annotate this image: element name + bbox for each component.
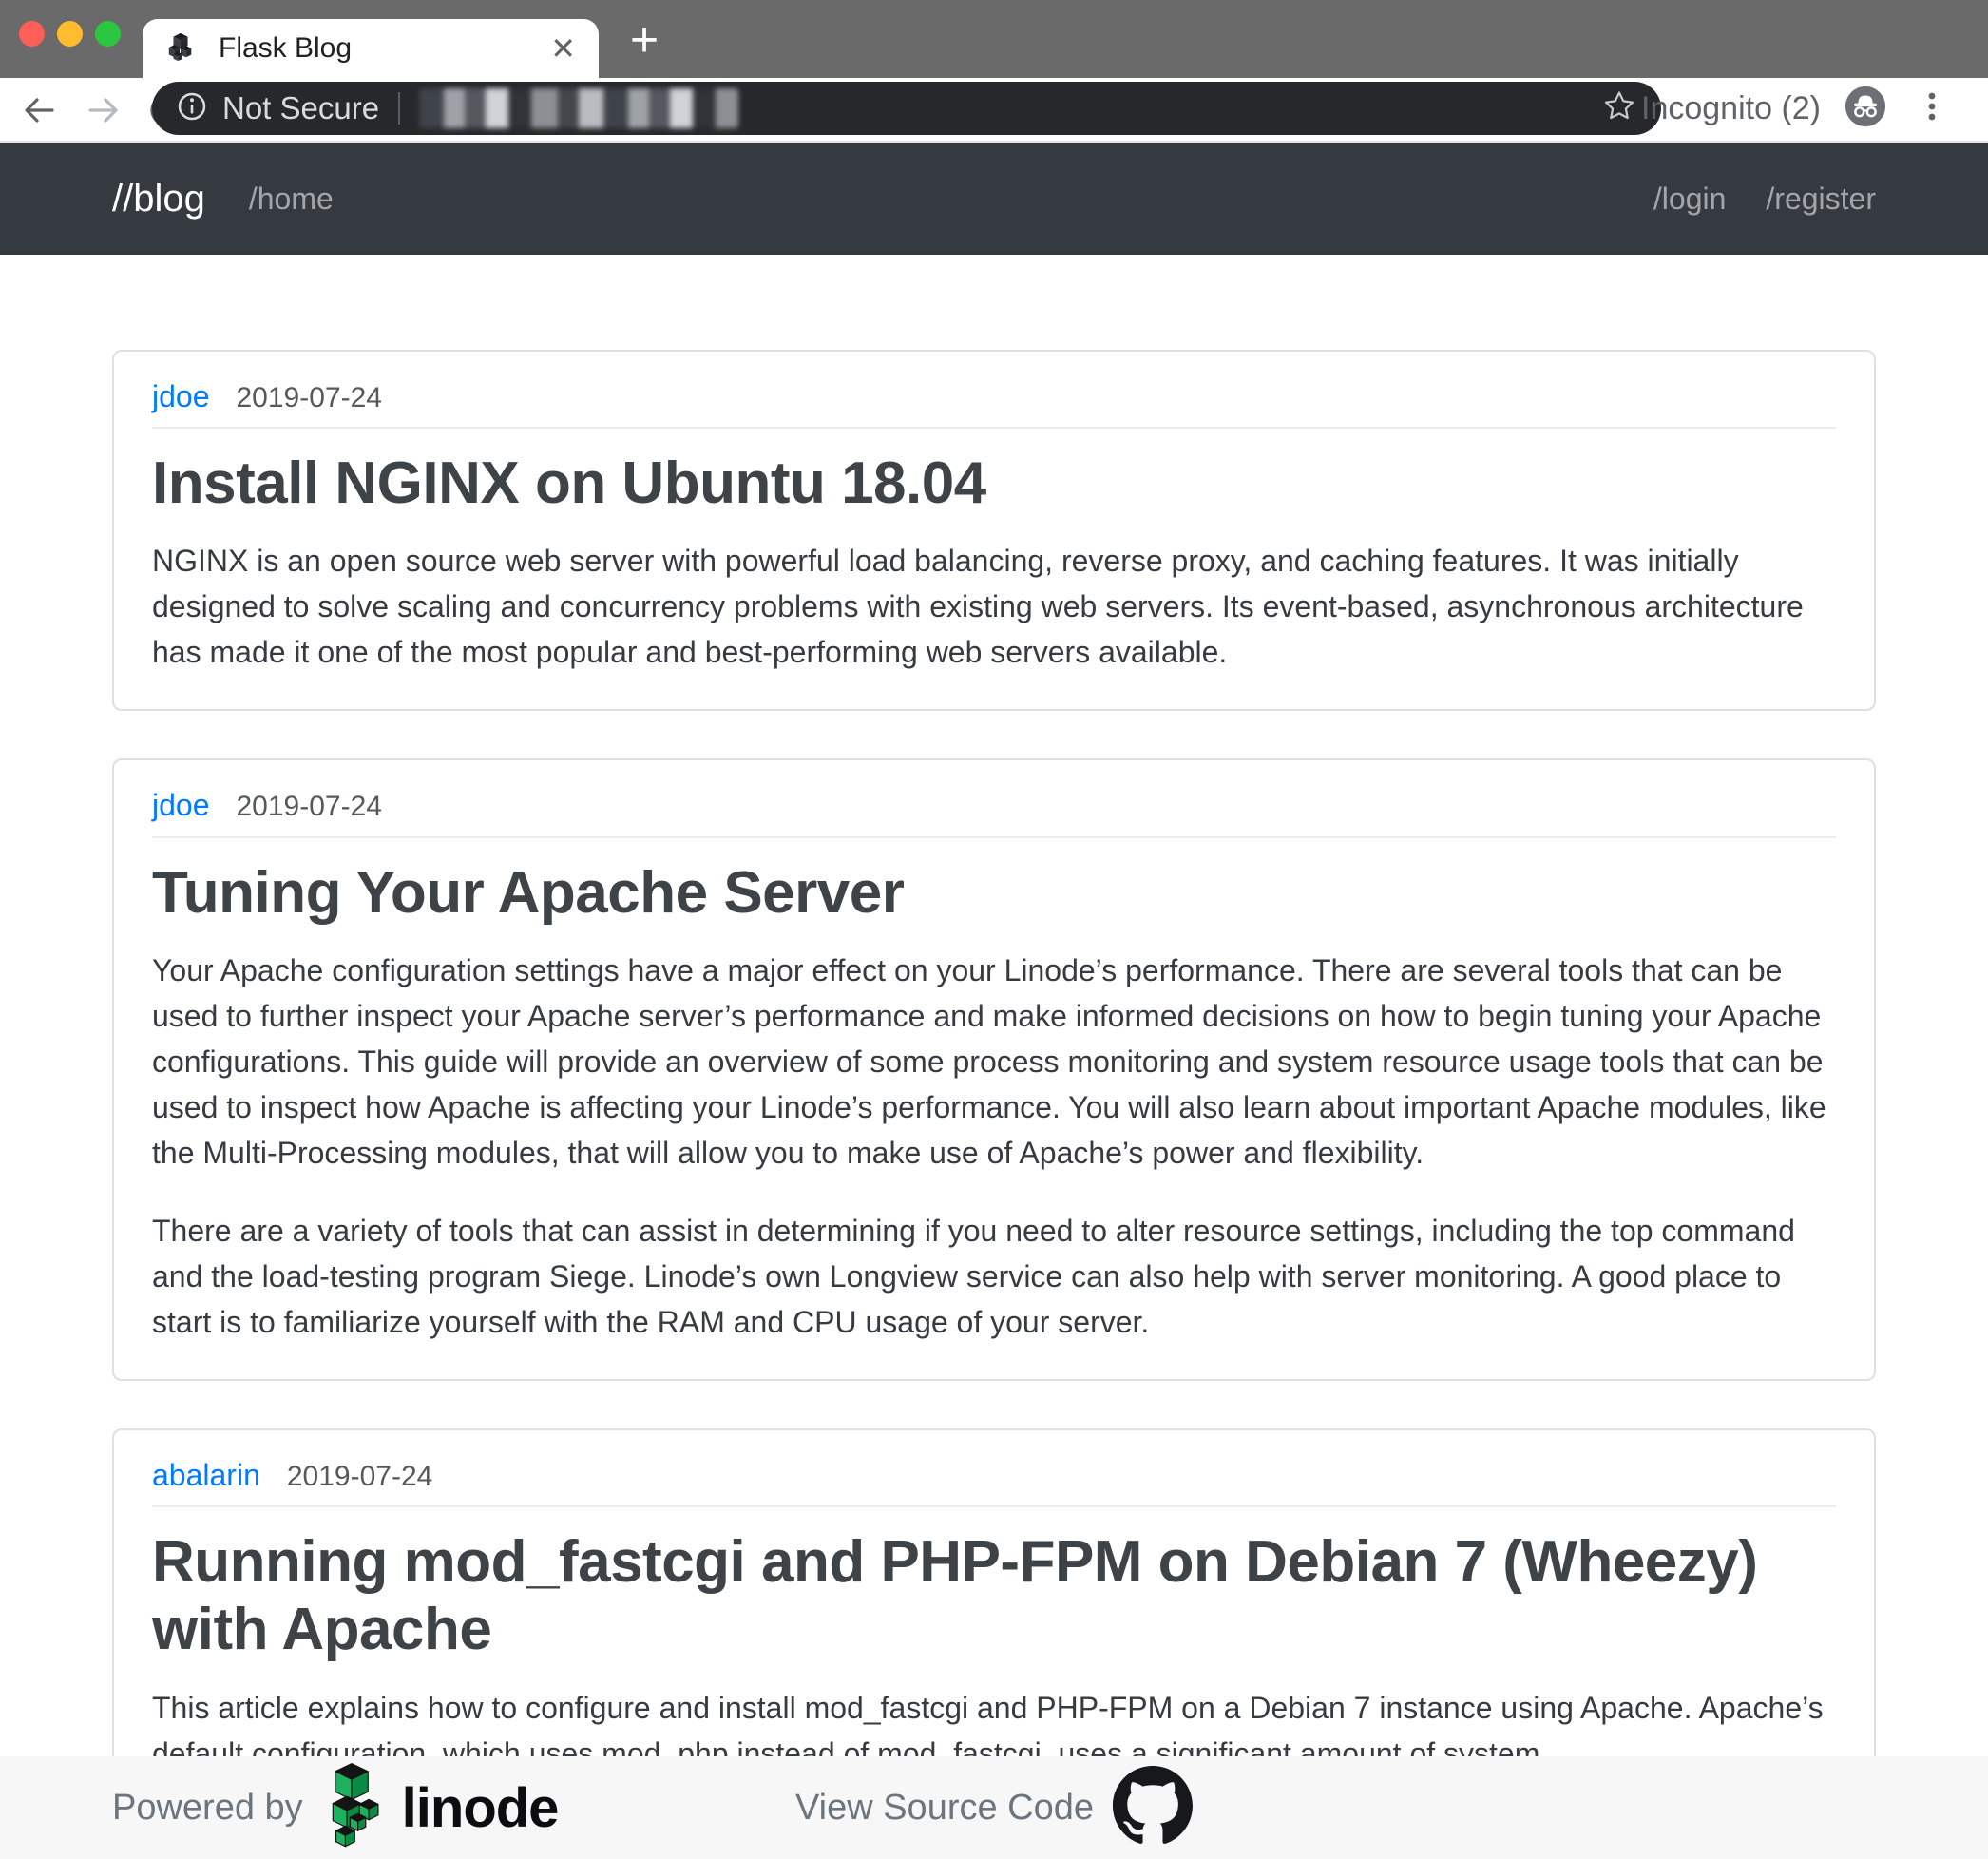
address-bar[interactable]: Not Secure [152, 82, 1661, 135]
back-icon[interactable] [17, 88, 61, 132]
page-content: jdoe 2019-07-24 Install NGINX on Ubuntu … [0, 255, 1988, 1756]
new-tab-button[interactable]: + [618, 13, 671, 67]
bookmark-star-icon[interactable] [1600, 87, 1638, 130]
post-author-link[interactable]: jdoe [152, 789, 210, 822]
post-excerpt: There are a variety of tools that can as… [152, 1208, 1836, 1345]
browser-toolbar: Not Secure Incognito (2) [0, 78, 1988, 143]
incognito-badge-icon [1844, 85, 1887, 133]
navbar-brand[interactable]: //blog [112, 178, 205, 220]
linode-wordmark[interactable]: linode [402, 1776, 559, 1840]
close-window-button[interactable] [19, 21, 45, 47]
post-date: 2019-07-24 [237, 791, 382, 822]
incognito-label: Incognito (2) [1641, 90, 1821, 127]
post-card: jdoe 2019-07-24 Tuning Your Apache Serve… [112, 758, 1876, 1380]
browser-menu-kebab-icon[interactable] [1910, 85, 1954, 133]
browser-tab[interactable]: Flask Blog ✕ [143, 19, 599, 78]
nav-link-register[interactable]: /register [1766, 182, 1876, 217]
post-title: Tuning Your Apache Server [152, 859, 1836, 927]
maximize-window-button[interactable] [95, 21, 121, 47]
post-card: jdoe 2019-07-24 Install NGINX on Ubuntu … [112, 350, 1876, 711]
post-card: abalarin 2019-07-24 Running mod_fastcgi … [112, 1428, 1876, 1756]
window-controls [19, 21, 121, 47]
post-meta: abalarin 2019-07-24 [152, 1459, 1836, 1492]
post-author-link[interactable]: jdoe [152, 380, 210, 413]
divider [152, 427, 1836, 429]
divider [152, 1505, 1836, 1507]
divider [152, 836, 1836, 838]
post-excerpt: Your Apache configuration settings have … [152, 948, 1836, 1176]
post-author-link[interactable]: abalarin [152, 1459, 260, 1492]
omnibox-divider [398, 92, 400, 125]
page-footer: Powered by linode View Source Code [0, 1756, 1988, 1859]
post-meta: jdoe 2019-07-24 [152, 789, 1836, 822]
post-date: 2019-07-24 [237, 382, 382, 413]
post-title: Running mod_fastcgi and PHP-FPM on Debia… [152, 1528, 1836, 1664]
post-date: 2019-07-24 [287, 1461, 432, 1492]
favicon-linode-icon [165, 31, 196, 67]
post-title: Install NGINX on Ubuntu 18.04 [152, 450, 1836, 517]
post-excerpt: This article explains how to configure a… [152, 1685, 1836, 1756]
minimize-window-button[interactable] [57, 21, 83, 47]
close-tab-icon[interactable]: ✕ [550, 30, 576, 67]
info-icon[interactable] [175, 89, 209, 128]
powered-by-label: Powered by [112, 1788, 303, 1829]
nav-link-home[interactable]: /home [249, 182, 334, 217]
security-label: Not Secure [222, 90, 379, 126]
forward-icon[interactable] [82, 88, 125, 132]
view-source-link[interactable]: View Source Code [795, 1788, 1094, 1829]
linode-logo-icon[interactable] [318, 1762, 385, 1854]
site-navbar: //blog /home /login /register [0, 143, 1988, 255]
github-logo-icon[interactable] [1113, 1766, 1193, 1850]
post-excerpt: NGINX is an open source web server with … [152, 538, 1836, 675]
post-meta: jdoe 2019-07-24 [152, 380, 1836, 413]
nav-link-login[interactable]: /login [1653, 182, 1727, 217]
blurred-url [419, 88, 738, 128]
tab-title: Flask Blog [219, 32, 550, 65]
browser-tab-strip: Flask Blog ✕ + [0, 0, 1988, 78]
